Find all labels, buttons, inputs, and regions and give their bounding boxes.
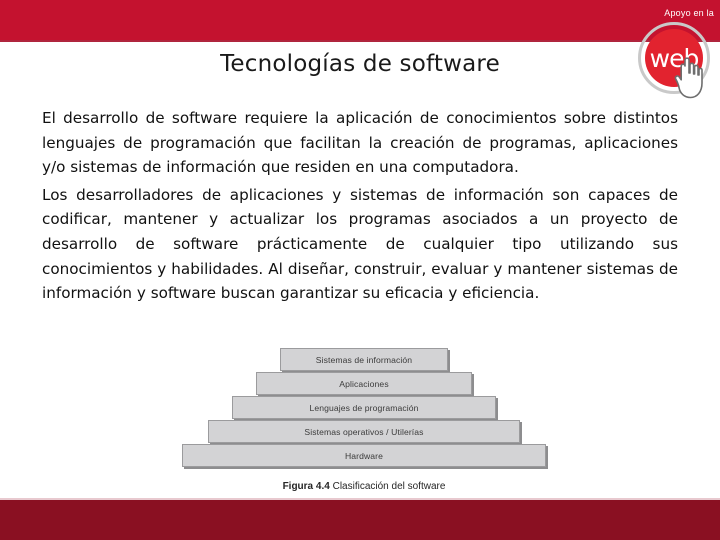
pyramid-layer-label: Lenguajes de programación [309,402,419,413]
figure-caption: Figura 4.4 Clasificación del software [180,481,548,492]
page-title: Tecnologías de software [220,51,500,77]
body-text: El desarrollo de software requiere la ap… [42,106,678,306]
software-classification-figure: Sistemas de información Aplicaciones Len… [180,348,548,492]
web-logo-caption: Apoyo en la [664,8,714,18]
pyramid-layer-label: Sistemas operativos / Utilerías [304,426,424,437]
pyramid-layer-hardware: Hardware [182,444,546,467]
pyramid-layer-label: Aplicaciones [339,378,389,389]
pyramid-layer-label: Hardware [344,450,384,461]
pyramid-layer-label: Sistemas de información [315,354,413,365]
pyramid-layer-aplicaciones: Aplicaciones [256,372,472,395]
paragraph-2: Los desarrolladores de aplicaciones y si… [42,185,678,303]
figure-caption-number: Figura 4.4 [282,481,330,492]
top-banner [0,0,720,40]
bottom-bar [0,500,720,540]
pyramid-layer-sistemas-operativos-utilerias: Sistemas operativos / Utilerías [208,420,520,443]
figure-caption-text: Clasificación del software [329,481,446,492]
pyramid-layer-sistemas-de-informacion: Sistemas de información [280,348,448,371]
paragraph-1: El desarrollo de software requiere la ap… [42,109,678,177]
pyramid-layer-lenguajes-de-programacion: Lenguajes de programación [232,396,496,419]
top-banner-edge [0,40,720,42]
